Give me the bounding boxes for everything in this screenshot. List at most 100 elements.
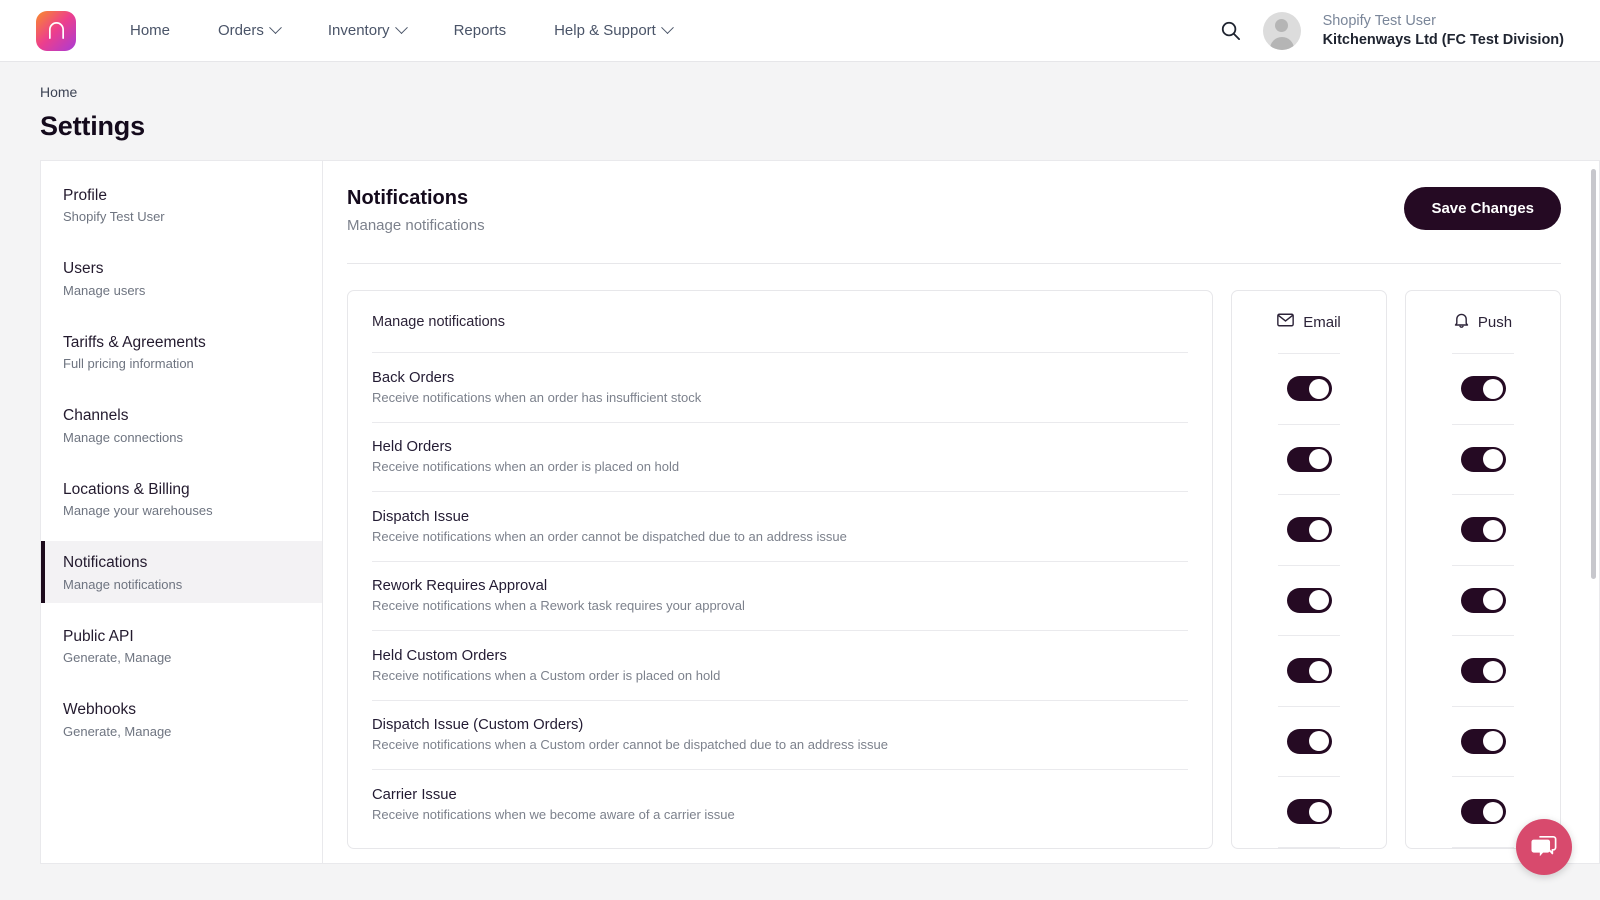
section-subtitle: Manage notifications	[347, 217, 485, 234]
nav-label: Help & Support	[554, 22, 656, 39]
save-changes-button[interactable]: Save Changes	[1404, 187, 1561, 230]
toggle-knob	[1483, 661, 1503, 681]
push-toggle-held-orders[interactable]	[1461, 447, 1506, 472]
user-organization: Kitchenways Ltd (FC Test Division)	[1323, 31, 1564, 50]
breadcrumb[interactable]: Home	[40, 84, 1600, 100]
row-title: Rework Requires Approval	[372, 578, 1188, 594]
sidebar-item-sublabel: Generate, Manage	[63, 724, 322, 739]
email-toggle-back-orders[interactable]	[1287, 376, 1332, 401]
nav-item-home[interactable]: Home	[106, 14, 194, 47]
sidebar-item-public-api[interactable]: Public API Generate, Manage	[41, 615, 322, 676]
user-info[interactable]: Shopify Test User Kitchenways Ltd (FC Te…	[1323, 12, 1564, 50]
sidebar-item-locations-billing[interactable]: Locations & Billing Manage your warehous…	[41, 468, 322, 529]
toggle-knob	[1483, 379, 1503, 399]
sidebar-item-notifications[interactable]: Notifications Manage notifications	[41, 541, 322, 602]
push-toggle-cell	[1406, 707, 1560, 777]
table-row: Held Orders Receive notifications when a…	[372, 423, 1188, 493]
email-column-label: Email	[1303, 314, 1341, 331]
sidebar-item-webhooks[interactable]: Webhooks Generate, Manage	[41, 688, 322, 749]
toggle-knob	[1483, 449, 1503, 469]
sidebar-item-label: Public API	[63, 626, 322, 648]
email-column-header: Email	[1232, 291, 1386, 353]
row-title: Carrier Issue	[372, 787, 1188, 803]
page-header: Home Settings	[0, 62, 1600, 142]
push-toggle-dispatch-issue-custom-orders[interactable]	[1461, 729, 1506, 754]
notifications-header: Notifications Manage notifications Save …	[347, 187, 1561, 234]
row-title: Held Custom Orders	[372, 648, 1188, 664]
email-toggle-cell	[1232, 777, 1386, 847]
notification-list-card: Manage notifications Back Orders Receive…	[347, 290, 1213, 849]
home-arch-logo[interactable]	[36, 11, 76, 51]
bell-icon	[1454, 312, 1469, 333]
email-column-card: Email	[1231, 290, 1387, 849]
email-toggle-cell	[1232, 707, 1386, 777]
settings-layout: Profile Shopify Test User Users Manage u…	[0, 160, 1600, 864]
settings-sidebar: Profile Shopify Test User Users Manage u…	[40, 160, 322, 864]
sidebar-item-label: Users	[63, 258, 322, 280]
toggle-knob	[1309, 520, 1329, 540]
push-toggle-held-custom-orders[interactable]	[1461, 658, 1506, 683]
toggle-knob	[1483, 731, 1503, 751]
email-toggle-carrier-issue[interactable]	[1287, 799, 1332, 824]
push-toggle-cell	[1406, 354, 1560, 424]
nav-label: Inventory	[328, 22, 390, 39]
email-toggle-cell	[1232, 495, 1386, 565]
email-toggle-dispatch-issue[interactable]	[1287, 517, 1332, 542]
nav-item-help-support[interactable]: Help & Support	[530, 14, 696, 47]
sidebar-item-sublabel: Manage your warehouses	[63, 503, 322, 518]
toggle-knob	[1309, 590, 1329, 610]
toggle-knob	[1309, 731, 1329, 751]
row-title: Held Orders	[372, 439, 1188, 455]
push-toggle-back-orders[interactable]	[1461, 376, 1506, 401]
nav-item-reports[interactable]: Reports	[430, 14, 531, 47]
row-description: Receive notifications when we become awa…	[372, 807, 1188, 822]
chat-bubble-icon[interactable]	[1516, 819, 1572, 875]
sidebar-item-label: Channels	[63, 405, 322, 427]
nav-label: Reports	[454, 22, 507, 39]
nav-label: Orders	[218, 22, 264, 39]
email-toggle-held-orders[interactable]	[1287, 447, 1332, 472]
notification-settings-grid: Manage notifications Back Orders Receive…	[347, 290, 1561, 849]
avatar-head	[1275, 19, 1288, 32]
toggle-knob	[1309, 379, 1329, 399]
toggle-knob	[1309, 661, 1329, 681]
push-toggle-dispatch-issue[interactable]	[1461, 517, 1506, 542]
sidebar-item-sublabel: Full pricing information	[63, 356, 322, 371]
header-divider	[347, 263, 1561, 264]
nav-item-orders[interactable]: Orders	[194, 14, 304, 47]
sidebar-item-tariffs-agreements[interactable]: Tariffs & Agreements Full pricing inform…	[41, 321, 322, 382]
row-description: Receive notifications when an order is p…	[372, 459, 1188, 474]
email-toggle-rework-requires-approval[interactable]	[1287, 588, 1332, 613]
sidebar-item-sublabel: Manage notifications	[63, 577, 322, 592]
push-toggle-carrier-issue[interactable]	[1461, 799, 1506, 824]
notifications-heading-group: Notifications Manage notifications	[347, 187, 485, 234]
toggle-knob	[1483, 520, 1503, 540]
section-title: Notifications	[347, 187, 485, 210]
sidebar-item-profile[interactable]: Profile Shopify Test User	[41, 174, 322, 235]
toggle-knob	[1483, 802, 1503, 822]
email-toggle-cell	[1232, 425, 1386, 495]
sidebar-item-users[interactable]: Users Manage users	[41, 247, 322, 308]
sidebar-item-sublabel: Manage connections	[63, 430, 322, 445]
column-rule	[1278, 847, 1340, 848]
row-description: Receive notifications when a Custom orde…	[372, 737, 1188, 752]
email-toggle-dispatch-issue-custom-orders[interactable]	[1287, 729, 1332, 754]
search-icon[interactable]	[1220, 20, 1241, 41]
toggle-knob	[1309, 449, 1329, 469]
sidebar-item-sublabel: Shopify Test User	[63, 209, 322, 224]
main-nav: Home Orders Inventory Reports Help & Sup…	[106, 14, 696, 47]
sidebar-item-label: Locations & Billing	[63, 479, 322, 501]
nav-label: Home	[130, 22, 170, 39]
chevron-down-icon	[269, 21, 282, 34]
sidebar-item-sublabel: Generate, Manage	[63, 650, 322, 665]
nav-item-inventory[interactable]: Inventory	[304, 14, 430, 47]
avatar[interactable]	[1263, 12, 1301, 50]
envelope-icon	[1277, 313, 1294, 331]
sidebar-item-channels[interactable]: Channels Manage connections	[41, 394, 322, 455]
panel-scrollbar[interactable]	[1591, 169, 1596, 579]
row-description: Receive notifications when a Rework task…	[372, 598, 1188, 613]
email-toggle-cell	[1232, 636, 1386, 706]
push-toggle-rework-requires-approval[interactable]	[1461, 588, 1506, 613]
top-navigation-bar: Home Orders Inventory Reports Help & Sup…	[0, 0, 1600, 62]
email-toggle-held-custom-orders[interactable]	[1287, 658, 1332, 683]
